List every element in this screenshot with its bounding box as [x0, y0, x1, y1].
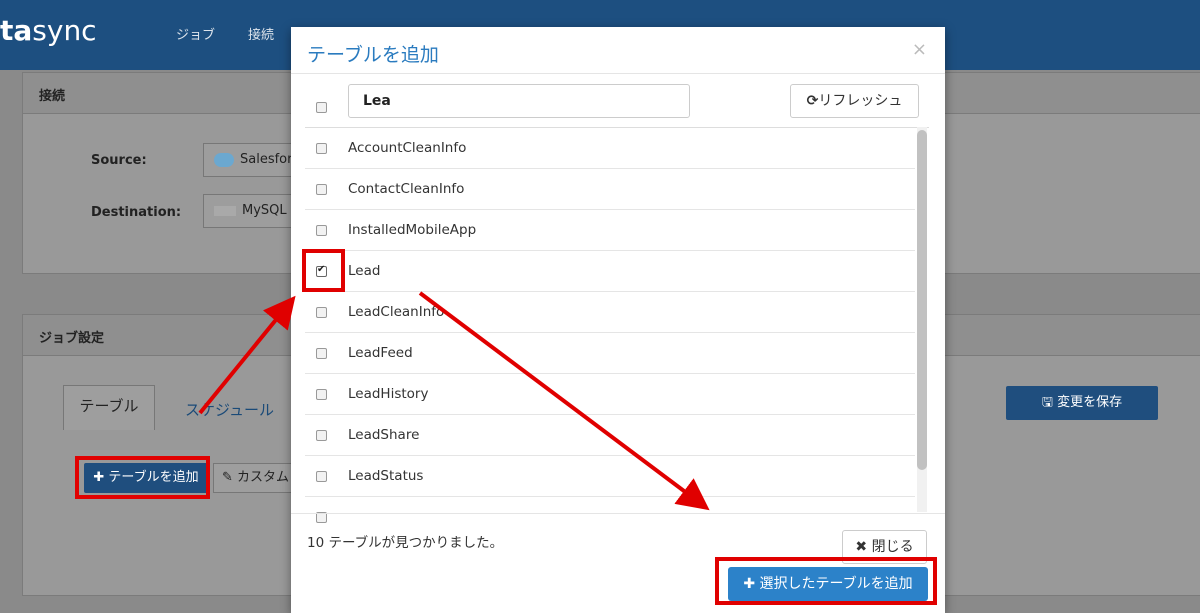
arrow-to-checkbox	[198, 295, 296, 415]
arrow-to-add-button	[418, 291, 710, 511]
annotation-arrows	[198, 291, 710, 511]
